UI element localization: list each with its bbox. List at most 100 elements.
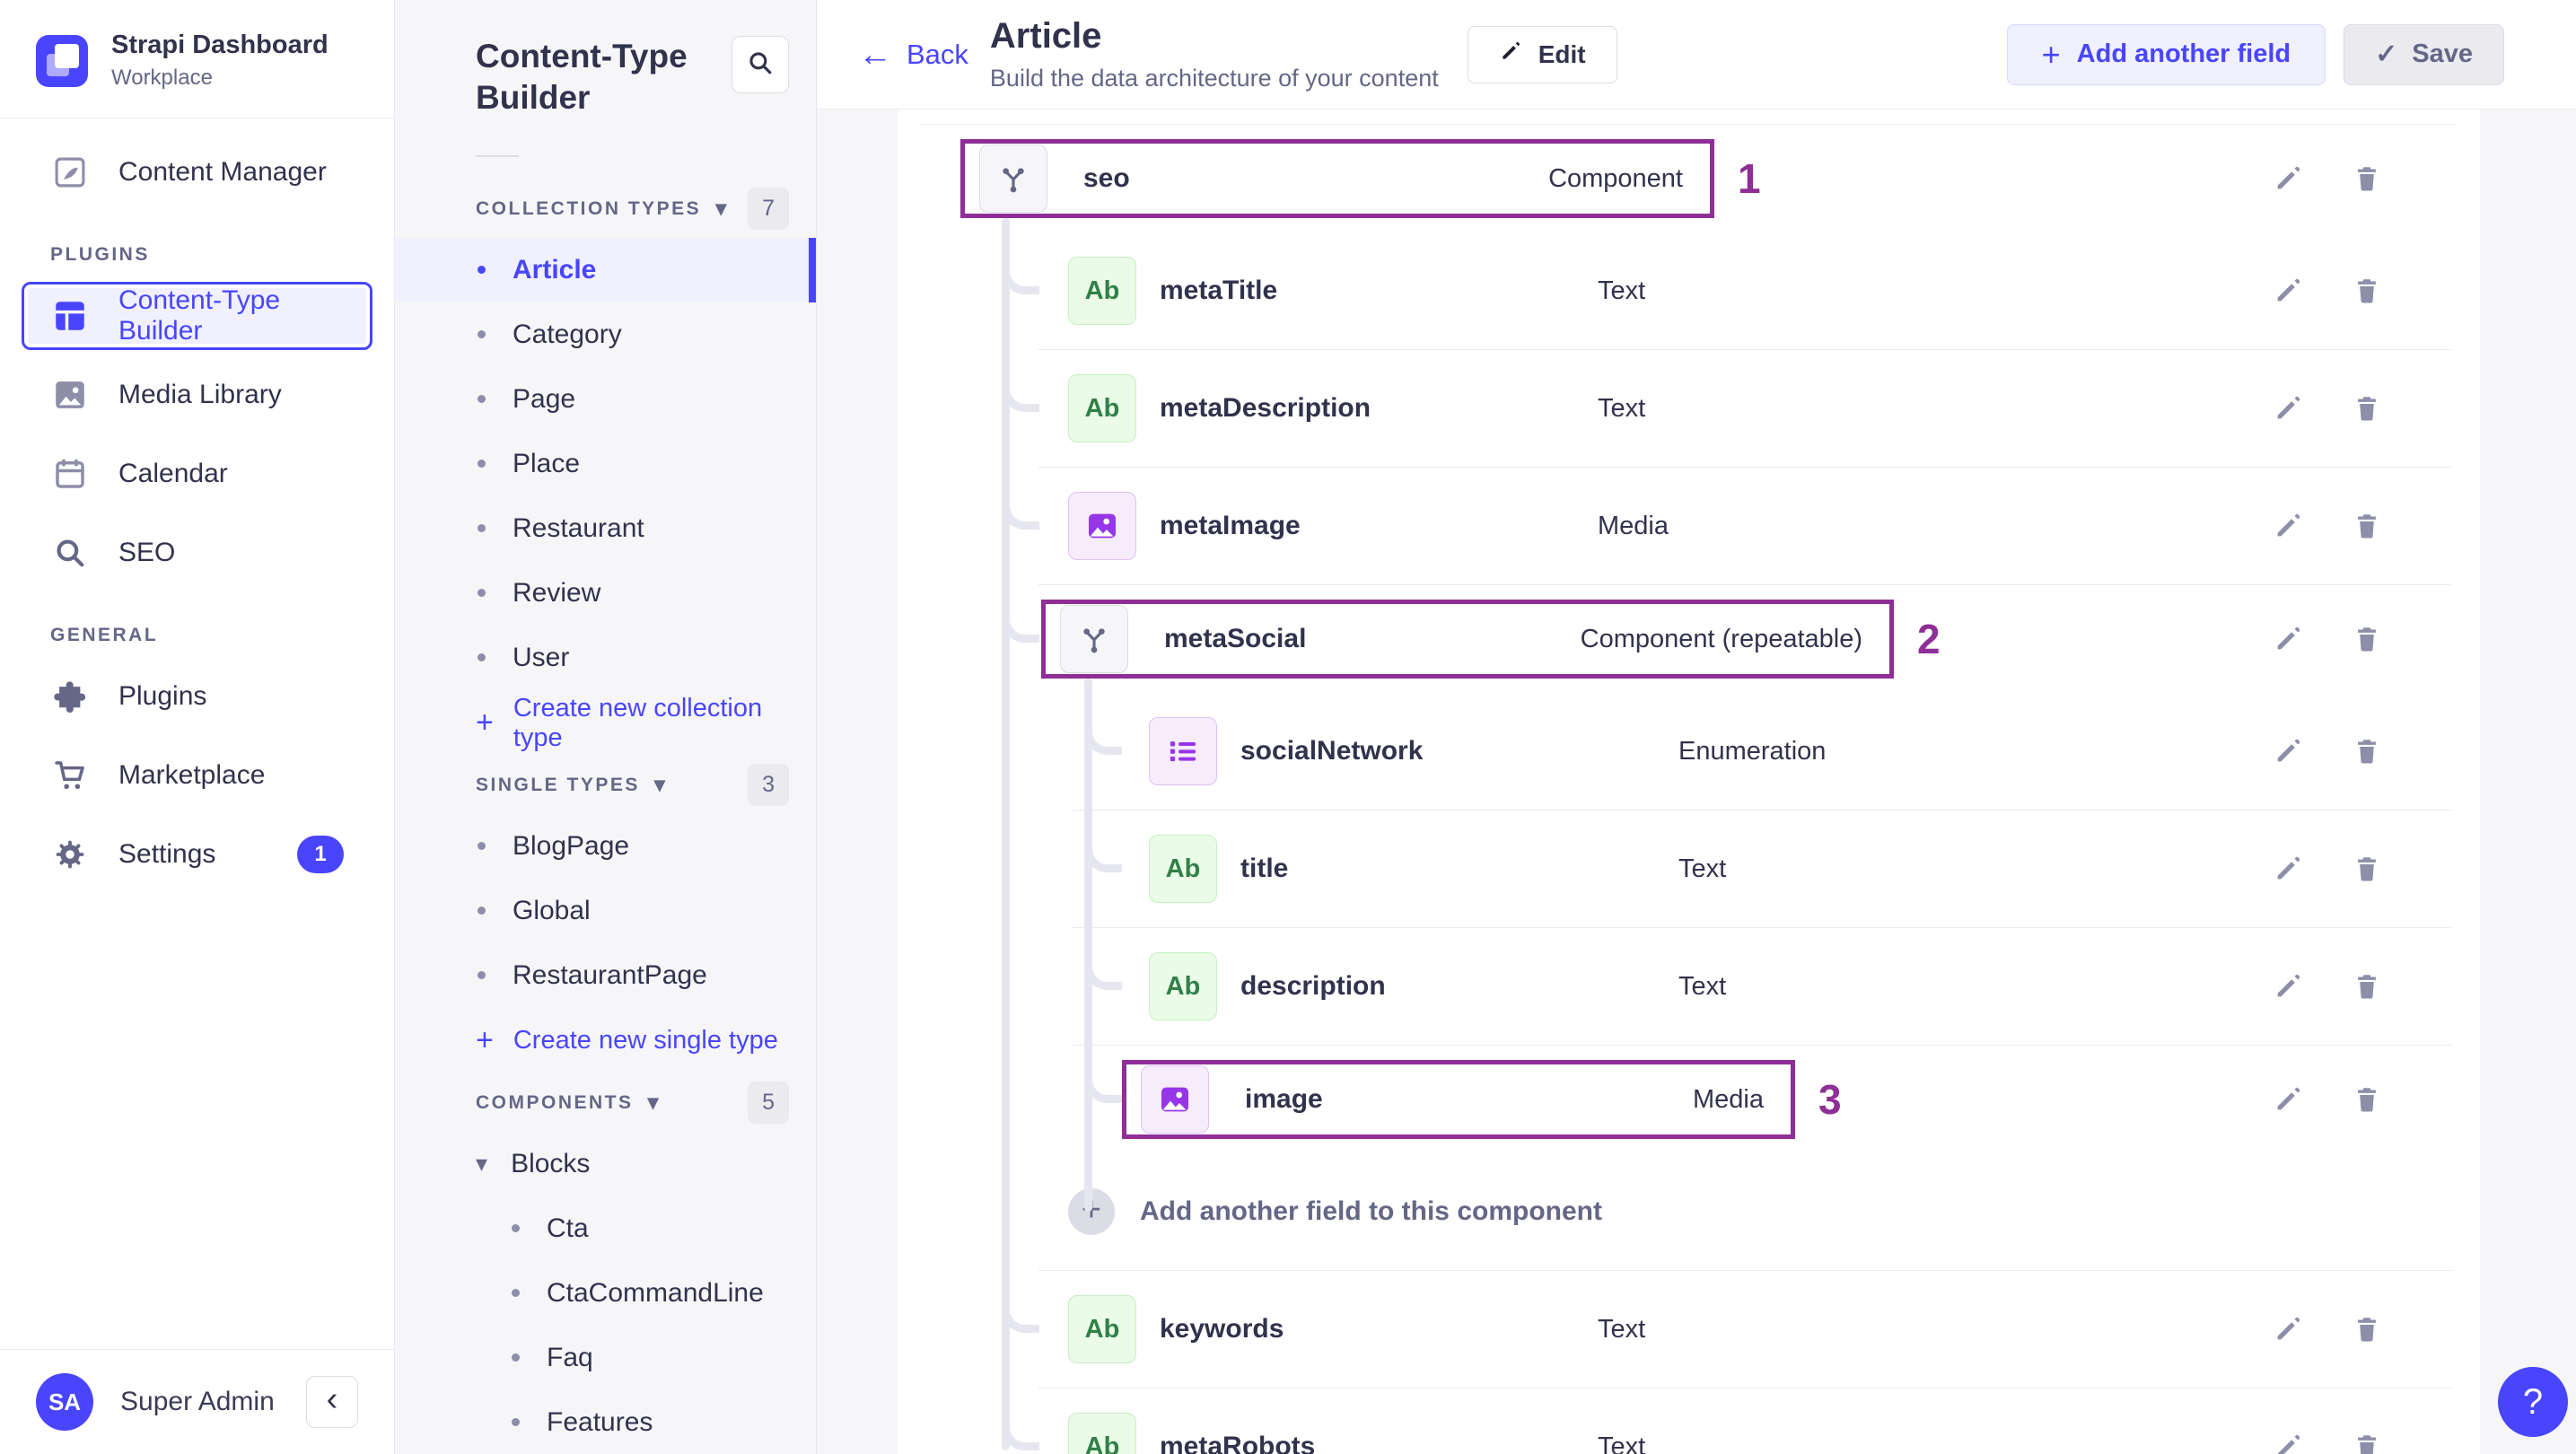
sidebar-item-article[interactable]: Article <box>395 237 816 302</box>
sidebar-item-ctacommandline[interactable]: CtaCommandLine <box>395 1261 816 1326</box>
delete-field-button[interactable] <box>2351 623 2383 655</box>
brand-title: Strapi Dashboard <box>111 31 329 59</box>
sidebar-item-media-library[interactable]: Media Library <box>22 361 372 429</box>
media-library-icon <box>50 375 90 415</box>
edit-field-button[interactable] <box>2272 1431 2304 1454</box>
back-link[interactable]: ← Back <box>858 38 968 72</box>
main-sidebar: Strapi Dashboard Workplace Content Manag… <box>0 0 395 1454</box>
edit-field-button[interactable] <box>2272 510 2304 542</box>
delete-field-button[interactable] <box>2351 1313 2383 1345</box>
bullet-icon <box>478 842 486 850</box>
search-button[interactable] <box>732 36 789 93</box>
page-title: Article <box>989 16 1102 56</box>
field-type: Media <box>1693 1084 1764 1114</box>
chevron-down-icon: ▾ <box>647 1090 662 1115</box>
help-button[interactable]: ? <box>2498 1367 2568 1437</box>
edit-field-button[interactable] <box>2272 1083 2304 1116</box>
sidebar-item-content-manager[interactable]: Content Manager <box>22 138 372 206</box>
field-name: metaDescription <box>1160 393 1371 423</box>
search-icon <box>745 48 775 83</box>
delete-field-button[interactable] <box>2351 970 2383 1003</box>
ab-glyph: Ab <box>1084 1314 1120 1344</box>
sidebar-item-category[interactable]: Category <box>395 302 816 367</box>
edit-field-button[interactable] <box>2272 162 2304 195</box>
add-field-to-component-button[interactable]: + Add another field to this component <box>898 1153 2455 1270</box>
chevron-down-icon: ▾ <box>653 772 668 797</box>
edit-field-button[interactable] <box>2272 623 2304 655</box>
user-name: Super Admin <box>120 1387 275 1416</box>
sidebar-item-blogpage[interactable]: BlogPage <box>395 814 816 879</box>
sidebar-item-plugins[interactable]: Plugins <box>22 662 372 731</box>
subnav-item-label: Place <box>513 448 581 478</box>
components-header[interactable]: COMPONENTS ▾ 5 <box>395 1074 816 1132</box>
field-type: Text <box>1678 854 1727 883</box>
brand-workspace: Workplace <box>111 66 213 90</box>
collection-types-count: 7 <box>748 188 789 230</box>
sidebar-item-global[interactable]: Global <box>395 879 816 943</box>
edit-field-button[interactable] <box>2272 970 2304 1003</box>
delete-field-button[interactable] <box>2351 1431 2383 1454</box>
sidebar-item-cta[interactable]: Cta <box>395 1196 816 1261</box>
field-type: Text <box>1598 393 1646 423</box>
sidebar-item-user[interactable]: User <box>395 626 816 690</box>
single-types-header[interactable]: SINGLE TYPES ▾ 3 <box>395 757 816 814</box>
collection-types-header[interactable]: COLLECTION TYPES ▾ 7 <box>395 180 816 238</box>
add-another-field-button[interactable]: + Add another field <box>2006 23 2326 85</box>
highlight-box-2: metaSocial Component (repeatable) <box>1041 600 1894 679</box>
sidebar-item-restaurantpage[interactable]: RestaurantPage <box>395 943 816 1008</box>
text-field-icon: Ab <box>1149 952 1217 1020</box>
sidebar-item-calendar[interactable]: Calendar <box>22 440 372 508</box>
edit-field-button[interactable] <box>2272 735 2304 767</box>
table-row-metadescription: Ab metaDescription Text <box>898 350 2455 467</box>
create-collection-type-link[interactable]: + Create new collection type <box>395 690 816 757</box>
subnav-item-label: Category <box>513 319 622 349</box>
collapse-sidebar-button[interactable]: ‹ <box>306 1376 358 1428</box>
components-group-blocks[interactable]: ▾ Blocks <box>395 1132 816 1196</box>
sidebar-item-content-type-builder[interactable]: Content-Type Builder <box>22 282 372 350</box>
field-name: metaSocial <box>1164 624 1307 653</box>
bullet-icon <box>478 395 486 403</box>
sidebar-item-place[interactable]: Place <box>395 432 816 496</box>
delete-field-button[interactable] <box>2351 162 2383 195</box>
plus-icon: + <box>2041 35 2061 73</box>
sidebar-item-restaurant[interactable]: Restaurant <box>395 496 816 561</box>
avatar: SA <box>36 1373 93 1431</box>
delete-field-button[interactable] <box>2351 853 2383 885</box>
delete-field-button[interactable] <box>2351 392 2383 425</box>
delete-field-button[interactable] <box>2351 510 2383 542</box>
sidebar-item-label: Settings <box>118 839 216 869</box>
edit-field-button[interactable] <box>2272 392 2304 425</box>
delete-field-button[interactable] <box>2351 735 2383 767</box>
sidebar-item-seo[interactable]: SEO <box>22 519 372 587</box>
edit-field-button[interactable] <box>2272 853 2304 885</box>
table-row-metaimage: metaImage Media <box>898 468 2455 584</box>
sidebar-item-page[interactable]: Page <box>395 367 816 432</box>
arrow-left-icon: ← <box>858 35 892 74</box>
field-type: Text <box>1598 276 1646 305</box>
save-button[interactable]: ✓ Save <box>2344 23 2504 85</box>
edit-field-button[interactable] <box>2272 1313 2304 1345</box>
bullet-icon <box>512 1418 520 1426</box>
sidebar-item-settings[interactable]: Settings 1 <box>22 820 372 889</box>
sidebar-item-label: Calendar <box>118 459 228 488</box>
panel-title: Content-Type Builder <box>476 38 688 117</box>
highlight-box-3: image Media <box>1122 1060 1795 1139</box>
annotation-number: 3 <box>1818 1076 1842 1123</box>
edit-field-button[interactable] <box>2272 275 2304 307</box>
sidebar-item-faq[interactable]: Faq <box>395 1326 816 1390</box>
brand: Strapi Dashboard Workplace <box>0 0 394 118</box>
bullet-icon <box>478 971 486 979</box>
delete-field-button[interactable] <box>2351 1083 2383 1116</box>
divider <box>476 154 519 157</box>
sidebar-item-features[interactable]: Features <box>395 1390 816 1454</box>
create-single-type-link[interactable]: + Create new single type <box>395 1008 816 1074</box>
sidebar-item-review[interactable]: Review <box>395 561 816 626</box>
sidebar-item-marketplace[interactable]: Marketplace <box>22 741 372 810</box>
delete-field-button[interactable] <box>2351 275 2383 307</box>
text-field-icon: Ab <box>1068 257 1136 325</box>
subnav-item-label: Page <box>513 383 576 414</box>
media-field-icon <box>1068 492 1136 560</box>
table-row-metasocial: metaSocial Component (repeatable) 2 <box>898 585 2455 693</box>
edit-button[interactable]: Edit <box>1467 25 1617 83</box>
edit-label: Edit <box>1538 39 1586 68</box>
